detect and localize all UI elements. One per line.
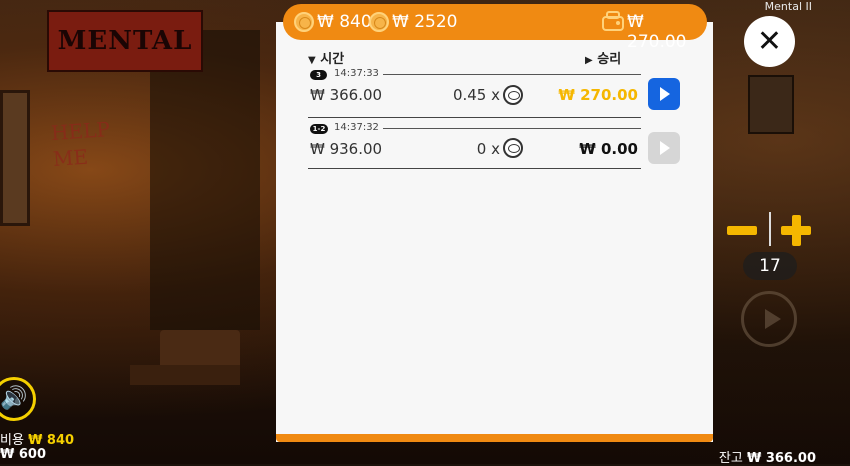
round-id-badge: 1-2 bbox=[310, 124, 328, 134]
play-icon bbox=[660, 141, 670, 155]
round-id-badge: 3 bbox=[310, 70, 327, 80]
cost-value: ₩ 840 bbox=[28, 433, 75, 448]
round-win: ₩ 270.00 bbox=[558, 86, 638, 104]
sound-toggle-button[interactable]: 🔊 bbox=[0, 377, 36, 421]
doorway bbox=[150, 30, 260, 330]
bet-amount: ₩ 840 bbox=[317, 12, 372, 32]
wall-box bbox=[748, 75, 794, 134]
caret-down-icon: ▼ bbox=[308, 55, 316, 66]
close-icon: ✕ bbox=[756, 24, 783, 59]
play-icon bbox=[765, 309, 781, 329]
sort-win-header[interactable]: ▶ 승리 bbox=[585, 48, 621, 67]
cost-label: 비용 bbox=[0, 433, 24, 448]
replay-button[interactable] bbox=[648, 78, 680, 110]
row-divider bbox=[383, 74, 641, 75]
window-title: Mental II bbox=[764, 0, 812, 13]
bet-value: ₩ 600 bbox=[0, 447, 47, 462]
round-multiplier: 0 x bbox=[476, 140, 500, 158]
round-time: 14:37:32 bbox=[334, 122, 379, 133]
coin-icon bbox=[503, 138, 523, 158]
bet-level-counter: 17 bbox=[743, 252, 797, 280]
close-button[interactable]: ✕ bbox=[744, 16, 795, 67]
play-icon bbox=[660, 87, 670, 101]
round-time: 14:37:33 bbox=[334, 68, 379, 79]
bet-coin-icon bbox=[294, 12, 314, 32]
round-bet: ₩ 936.00 bbox=[310, 140, 383, 158]
speaker-icon: 🔊 bbox=[0, 386, 28, 411]
coin-icon bbox=[369, 12, 389, 32]
balance-display: 잔고 ₩ 366.00 bbox=[719, 447, 816, 466]
coin-amount: ₩ 2520 bbox=[392, 12, 458, 32]
wall-writing: HELP ME bbox=[50, 117, 111, 172]
win-amount: ₩ 270.00 bbox=[627, 12, 687, 52]
round-multiplier: 0.45 x bbox=[452, 86, 500, 104]
wallet-icon bbox=[602, 11, 624, 31]
replay-button-disabled[interactable] bbox=[648, 132, 680, 164]
panel-bottom-bar bbox=[276, 434, 713, 442]
spin-button[interactable] bbox=[741, 291, 797, 347]
decrease-button[interactable] bbox=[727, 226, 757, 235]
chair bbox=[160, 330, 240, 370]
row-separator bbox=[308, 117, 641, 118]
sort-time-header[interactable]: ▼ 시간 bbox=[308, 48, 344, 67]
cost-display: 비용 ₩ 840 bbox=[0, 429, 74, 448]
round-win: ₩ 0.00 bbox=[579, 140, 638, 158]
table bbox=[130, 365, 240, 385]
coin-icon bbox=[503, 85, 523, 105]
bet-display: ₩ 600 bbox=[0, 447, 46, 462]
round-bet: ₩ 366.00 bbox=[310, 86, 383, 104]
plus-icon-bar bbox=[792, 215, 801, 246]
caret-right-icon: ▶ bbox=[585, 55, 593, 66]
wall-frame bbox=[0, 90, 30, 226]
top-balance-bar: ₩ 840 ₩ 2520 ₩ 270.00 bbox=[283, 4, 707, 52]
row-divider bbox=[383, 128, 641, 129]
game-logo: MENTAL bbox=[47, 10, 203, 72]
row-separator bbox=[308, 168, 641, 169]
control-divider bbox=[769, 212, 771, 246]
